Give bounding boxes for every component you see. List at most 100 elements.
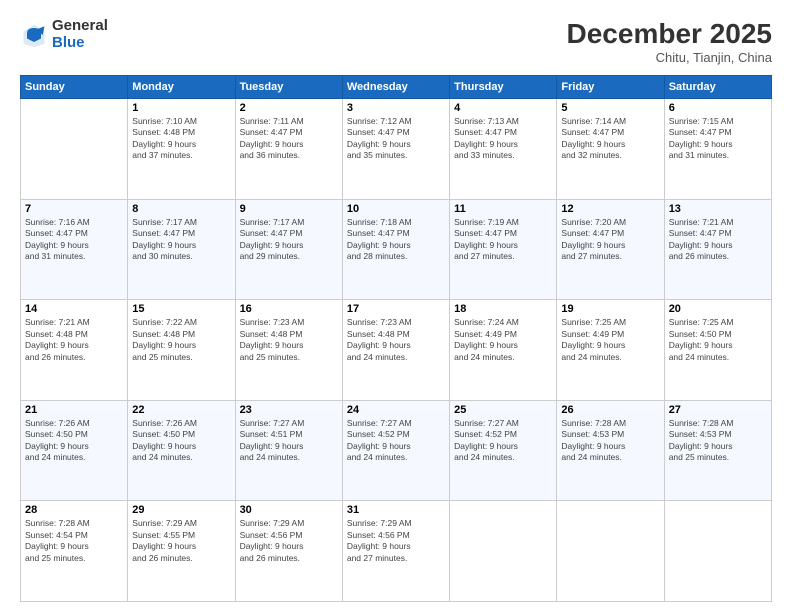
page: General Blue December 2025 Chitu, Tianji… [0, 0, 792, 612]
cell-info: Sunrise: 7:28 AMSunset: 4:53 PMDaylight:… [669, 418, 767, 464]
col-tuesday: Tuesday [235, 76, 342, 99]
cell-day-number: 14 [25, 303, 123, 315]
table-row: 24Sunrise: 7:27 AMSunset: 4:52 PMDayligh… [342, 400, 449, 501]
cell-day-number: 4 [454, 102, 552, 114]
cell-info: Sunrise: 7:20 AMSunset: 4:47 PMDaylight:… [561, 217, 659, 263]
table-row: 30 Sunrise: 7:29 AMSunset: 4:56 PMDayligh… [235, 501, 342, 602]
cell-day-number: 11 [454, 203, 552, 215]
cell-info: Sunrise: 7:16 AMSunset: 4:47 PMDaylight:… [25, 217, 123, 263]
col-friday: Friday [557, 76, 664, 99]
table-row: 10 Sunrise: 7:18 AMSunset: 4:47 PMDayligh… [342, 199, 449, 300]
table-row: 21 Sunrise: 7:26 AMSunset: 4:50 PMDayligh… [21, 400, 128, 501]
cell-info: Sunrise: 7:22 AMSunset: 4:48 PMDaylight:… [132, 317, 230, 363]
logo-general-text: General [52, 18, 108, 35]
cell-info: Sunrise: 7:24 AMSunset: 4:49 PMDaylight:… [454, 317, 552, 363]
table-row: 8 Sunrise: 7:17 AMSunset: 4:47 PMDaylight… [128, 199, 235, 300]
cell-info: Sunrise: 7:25 AMSunset: 4:50 PMDaylight:… [669, 317, 767, 363]
table-row: 31Sunrise: 7:29 AMSunset: 4:56 PMDayligh… [342, 501, 449, 602]
cell-day-number: 15 [132, 303, 230, 315]
col-wednesday: Wednesday [342, 76, 449, 99]
header: General Blue December 2025 Chitu, Tianji… [20, 18, 772, 65]
table-row: 3Sunrise: 7:12 AMSunset: 4:47 PMDaylight… [342, 99, 449, 200]
table-row: 28 Sunrise: 7:28 AMSunset: 4:54 PMDayligh… [21, 501, 128, 602]
cell-info: Sunrise: 7:15 AMSunset: 4:47 PMDaylight:… [669, 116, 767, 162]
col-saturday: Saturday [664, 76, 771, 99]
table-row: 23 Sunrise: 7:27 AMSunset: 4:51 PMDayligh… [235, 400, 342, 501]
table-row: 1Sunrise: 7:10 AMSunset: 4:48 PMDaylight… [128, 99, 235, 200]
cell-day-number: 29 [132, 504, 230, 516]
cell-day-number: 3 [347, 102, 445, 114]
calendar-week-row: 21 Sunrise: 7:26 AMSunset: 4:50 PMDayligh… [21, 400, 772, 501]
logo: General Blue [20, 18, 108, 51]
cell-info: Sunrise: 7:28 AMSunset: 4:54 PMDaylight:… [25, 518, 123, 564]
col-sunday: Sunday [21, 76, 128, 99]
calendar-header-row: Sunday Monday Tuesday Wednesday Thursday… [21, 76, 772, 99]
table-row: 5 Sunrise: 7:14 AMSunset: 4:47 PMDaylight… [557, 99, 664, 200]
month-title: December 2025 [567, 18, 772, 50]
cell-day-number: 21 [25, 404, 123, 416]
cell-day-number: 16 [240, 303, 338, 315]
table-row: 12 Sunrise: 7:20 AMSunset: 4:47 PMDayligh… [557, 199, 664, 300]
table-row: 22Sunrise: 7:26 AMSunset: 4:50 PMDayligh… [128, 400, 235, 501]
table-row: 9 Sunrise: 7:17 AMSunset: 4:47 PMDaylight… [235, 199, 342, 300]
logo-text: General Blue [52, 18, 108, 51]
table-row: 26Sunrise: 7:28 AMSunset: 4:53 PMDayligh… [557, 400, 664, 501]
table-row [557, 501, 664, 602]
cell-info: Sunrise: 7:25 AMSunset: 4:49 PMDaylight:… [561, 317, 659, 363]
table-row: 6 Sunrise: 7:15 AMSunset: 4:47 PMDaylight… [664, 99, 771, 200]
cell-info: Sunrise: 7:21 AMSunset: 4:47 PMDaylight:… [669, 217, 767, 263]
cell-day-number: 27 [669, 404, 767, 416]
cell-info: Sunrise: 7:11 AMSunset: 4:47 PMDaylight:… [240, 116, 338, 162]
table-row: 11Sunrise: 7:19 AMSunset: 4:47 PMDayligh… [450, 199, 557, 300]
cell-day-number: 31 [347, 504, 445, 516]
cell-info: Sunrise: 7:14 AMSunset: 4:47 PMDaylight:… [561, 116, 659, 162]
calendar-week-row: 28 Sunrise: 7:28 AMSunset: 4:54 PMDayligh… [21, 501, 772, 602]
calendar-table: Sunday Monday Tuesday Wednesday Thursday… [20, 75, 772, 602]
cell-info: Sunrise: 7:17 AMSunset: 4:47 PMDaylight:… [132, 217, 230, 263]
calendar-week-row: 7 Sunrise: 7:16 AMSunset: 4:47 PMDaylight… [21, 199, 772, 300]
cell-day-number: 18 [454, 303, 552, 315]
cell-day-number: 2 [240, 102, 338, 114]
cell-info: Sunrise: 7:29 AMSunset: 4:55 PMDaylight:… [132, 518, 230, 564]
cell-day-number: 10 [347, 203, 445, 215]
table-row: 29 Sunrise: 7:29 AMSunset: 4:55 PMDayligh… [128, 501, 235, 602]
location: Chitu, Tianjin, China [567, 50, 772, 65]
title-block: December 2025 Chitu, Tianjin, China [567, 18, 772, 65]
table-row: 18 Sunrise: 7:24 AMSunset: 4:49 PMDayligh… [450, 300, 557, 401]
cell-day-number: 17 [347, 303, 445, 315]
cell-info: Sunrise: 7:13 AMSunset: 4:47 PMDaylight:… [454, 116, 552, 162]
cell-info: Sunrise: 7:18 AMSunset: 4:47 PMDaylight:… [347, 217, 445, 263]
table-row: 7 Sunrise: 7:16 AMSunset: 4:47 PMDaylight… [21, 199, 128, 300]
table-row: 14Sunrise: 7:21 AMSunset: 4:48 PMDayligh… [21, 300, 128, 401]
cell-info: Sunrise: 7:27 AMSunset: 4:51 PMDaylight:… [240, 418, 338, 464]
table-row: 15 Sunrise: 7:22 AMSunset: 4:48 PMDayligh… [128, 300, 235, 401]
cell-day-number: 5 [561, 102, 659, 114]
cell-day-number: 23 [240, 404, 338, 416]
cell-day-number: 28 [25, 504, 123, 516]
cell-day-number: 25 [454, 404, 552, 416]
cell-day-number: 19 [561, 303, 659, 315]
cell-info: Sunrise: 7:23 AMSunset: 4:48 PMDaylight:… [240, 317, 338, 363]
cell-info: Sunrise: 7:26 AMSunset: 4:50 PMDaylight:… [25, 418, 123, 464]
cell-info: Sunrise: 7:27 AMSunset: 4:52 PMDaylight:… [454, 418, 552, 464]
cell-day-number: 8 [132, 203, 230, 215]
cell-day-number: 30 [240, 504, 338, 516]
cell-day-number: 6 [669, 102, 767, 114]
cell-day-number: 7 [25, 203, 123, 215]
table-row [450, 501, 557, 602]
cell-day-number: 20 [669, 303, 767, 315]
col-thursday: Thursday [450, 76, 557, 99]
logo-blue-text: Blue [52, 35, 108, 52]
cell-day-number: 24 [347, 404, 445, 416]
cell-info: Sunrise: 7:26 AMSunset: 4:50 PMDaylight:… [132, 418, 230, 464]
cell-info: Sunrise: 7:10 AMSunset: 4:48 PMDaylight:… [132, 116, 230, 162]
table-row: 19 Sunrise: 7:25 AMSunset: 4:49 PMDayligh… [557, 300, 664, 401]
cell-info: Sunrise: 7:28 AMSunset: 4:53 PMDaylight:… [561, 418, 659, 464]
cell-day-number: 12 [561, 203, 659, 215]
cell-info: Sunrise: 7:17 AMSunset: 4:47 PMDaylight:… [240, 217, 338, 263]
table-row: 4 Sunrise: 7:13 AMSunset: 4:47 PMDaylight… [450, 99, 557, 200]
cell-info: Sunrise: 7:29 AMSunset: 4:56 PMDaylight:… [240, 518, 338, 564]
table-row: 2 Sunrise: 7:11 AMSunset: 4:47 PMDaylight… [235, 99, 342, 200]
table-row: 27 Sunrise: 7:28 AMSunset: 4:53 PMDayligh… [664, 400, 771, 501]
cell-day-number: 9 [240, 203, 338, 215]
